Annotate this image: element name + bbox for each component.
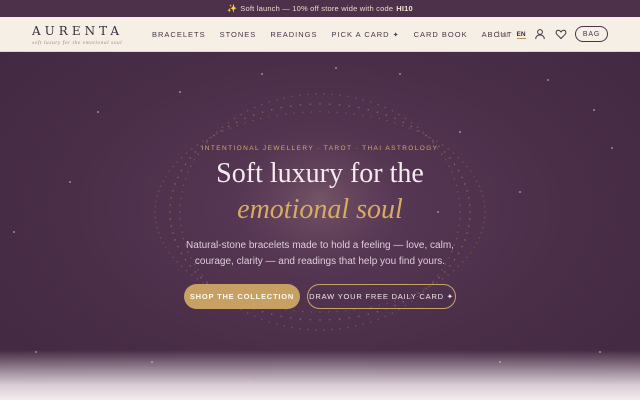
draw-daily-card-button[interactable]: DRAW YOUR FREE DAILY CARD ✦	[307, 284, 456, 309]
nav-pick-a-card-label: PICK A CARD	[331, 30, 390, 39]
top-navigation: AURENTA soft luxury for the emotional so…	[0, 17, 640, 52]
shop-collection-button[interactable]: SHOP THE COLLECTION	[184, 284, 300, 309]
nav-bracelets[interactable]: BRACELETS	[152, 30, 206, 39]
heart-icon[interactable]	[555, 28, 567, 40]
hero-title-accent: emotional soul	[237, 194, 403, 225]
lang-thai[interactable]: ไทย	[497, 30, 508, 40]
promo-code: HI10	[396, 4, 413, 13]
brand-logo[interactable]: AURENTA soft luxury for the emotional so…	[32, 24, 123, 46]
nav-links: BRACELETS STONES READINGS PICK A CARD ✦ …	[152, 17, 526, 52]
account-icon[interactable]	[534, 28, 546, 40]
announcement-bar: ✨ Soft launch — 10% off store wide with …	[0, 0, 640, 17]
announcement-text: Soft launch — 10% off store wide with co…	[240, 4, 394, 13]
starfield-decoration	[13, 67, 613, 383]
language-switcher: ไทย · EN	[497, 17, 526, 52]
hero-bottom-fade	[0, 350, 640, 400]
sparkle-icon: ✨	[227, 4, 238, 13]
hero-section: INTENTIONAL JEWELLERY · TAROT · THAI AST…	[0, 52, 640, 400]
star-icon: ✦	[392, 32, 400, 39]
hero-eyebrow: INTENTIONAL JEWELLERY · TAROT · THAI AST…	[201, 145, 439, 152]
hero-subtitle: Natural-stone bracelets made to hold a f…	[186, 240, 454, 267]
nav-readings[interactable]: READINGS	[270, 30, 317, 39]
nav-stones[interactable]: STONES	[220, 30, 257, 39]
brand-tagline: soft luxury for the emotional soul	[32, 40, 123, 46]
nav-card-book[interactable]: CARD BOOK	[414, 30, 468, 39]
lang-separator: ·	[511, 31, 514, 38]
lang-en[interactable]: EN	[516, 31, 526, 39]
brand-name: AURENTA	[32, 24, 124, 38]
hero-title: Soft luxury for the	[216, 158, 424, 189]
nav-pick-a-card[interactable]: PICK A CARD ✦	[332, 30, 400, 39]
bag-button[interactable]: BAG	[575, 26, 608, 42]
